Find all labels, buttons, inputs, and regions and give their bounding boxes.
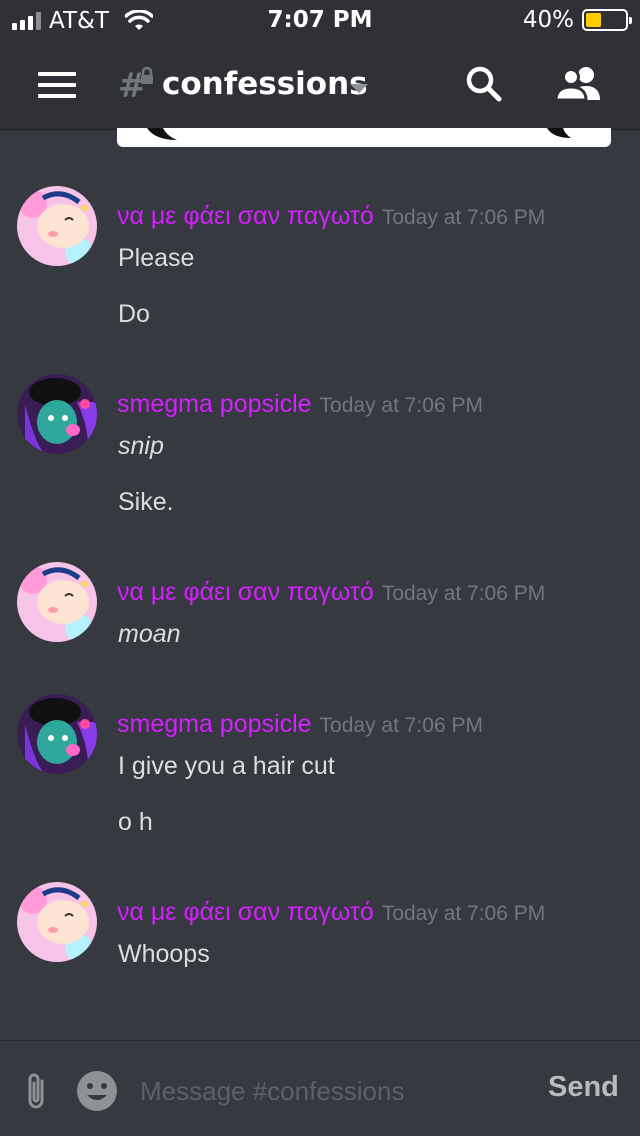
- members-icon[interactable]: [554, 64, 604, 104]
- avatar[interactable]: [17, 562, 97, 642]
- battery-nub: [629, 17, 632, 24]
- battery-icon: [582, 9, 632, 31]
- avatar[interactable]: [17, 694, 97, 774]
- message-group: να με φάει σαν παγωτό Today at 7:06 PM mo…: [0, 556, 640, 666]
- message-group: smegma popsicle Today at 7:06 PM I give y…: [0, 688, 640, 848]
- author-name[interactable]: να με φάει σαν παγωτό: [117, 202, 374, 230]
- battery-percent: 40%: [522, 7, 574, 33]
- author-name[interactable]: smegma popsicle: [117, 710, 312, 738]
- message-timestamp: Today at 7:06 PM: [319, 394, 483, 417]
- message-group: να με φάει σαν παγωτό Today at 7:06 PM Wh…: [0, 876, 640, 986]
- author-name[interactable]: να με φάει σαν παγωτό: [117, 578, 374, 606]
- message-timestamp: Today at 7:06 PM: [319, 714, 483, 737]
- paperclip-icon[interactable]: [22, 1071, 52, 1111]
- message-author[interactable]: να με φάει σαν παγωτό Today at 7:06 PM: [117, 898, 545, 927]
- message-author[interactable]: να με φάει σαν παγωτό Today at 7:06 PM: [117, 578, 545, 607]
- message-author[interactable]: smegma popsicle Today at 7:06 PM: [117, 710, 483, 739]
- message-group: να με φάει σαν παγωτό Today at 7:06 PM Pl…: [0, 180, 640, 340]
- message-text: snip: [118, 432, 164, 460]
- hamburger-menu-icon[interactable]: [38, 72, 76, 98]
- message-text: Do: [118, 300, 150, 328]
- avatar[interactable]: [17, 186, 97, 266]
- battery-fill: [586, 13, 602, 27]
- channel-name[interactable]: confessions: [162, 66, 368, 102]
- send-button[interactable]: Send: [548, 1071, 619, 1104]
- message-text: moan: [118, 620, 181, 648]
- message-timestamp: Today at 7:06 PM: [381, 582, 546, 605]
- search-icon[interactable]: [464, 64, 504, 104]
- message-timestamp: Today at 7:06 PM: [381, 206, 546, 229]
- author-name[interactable]: smegma popsicle: [117, 390, 312, 418]
- status-bar: AT&T 7:07 PM 40%: [0, 0, 640, 40]
- message-text: Sike.: [118, 488, 174, 516]
- image-embed[interactable]: [117, 128, 611, 147]
- avatar[interactable]: [17, 882, 97, 962]
- message-text: o h: [118, 808, 153, 836]
- status-right: 40%: [522, 7, 632, 33]
- lock-icon: [141, 66, 153, 84]
- embed-image-fragment: [147, 128, 571, 140]
- message-author[interactable]: να με φάει σαν παγωτό Today at 7:06 PM: [117, 202, 545, 231]
- message-text: Please: [118, 244, 195, 272]
- message-author[interactable]: smegma popsicle Today at 7:06 PM: [117, 390, 483, 419]
- message-group: smegma popsicle Today at 7:06 PM snip Sik…: [0, 368, 640, 528]
- message-composer: Send: [0, 1040, 640, 1136]
- author-name[interactable]: να με φάει σαν παγωτό: [117, 898, 374, 926]
- avatar[interactable]: [17, 374, 97, 454]
- chevron-down-icon[interactable]: [350, 84, 368, 93]
- message-timestamp: Today at 7:06 PM: [381, 902, 546, 925]
- message-text: Whoops: [118, 940, 210, 968]
- message-input[interactable]: [140, 1071, 520, 1111]
- message-text: I give you a hair cut: [118, 752, 335, 780]
- emoji-icon[interactable]: [76, 1070, 118, 1112]
- channel-header: # confessions: [0, 40, 640, 130]
